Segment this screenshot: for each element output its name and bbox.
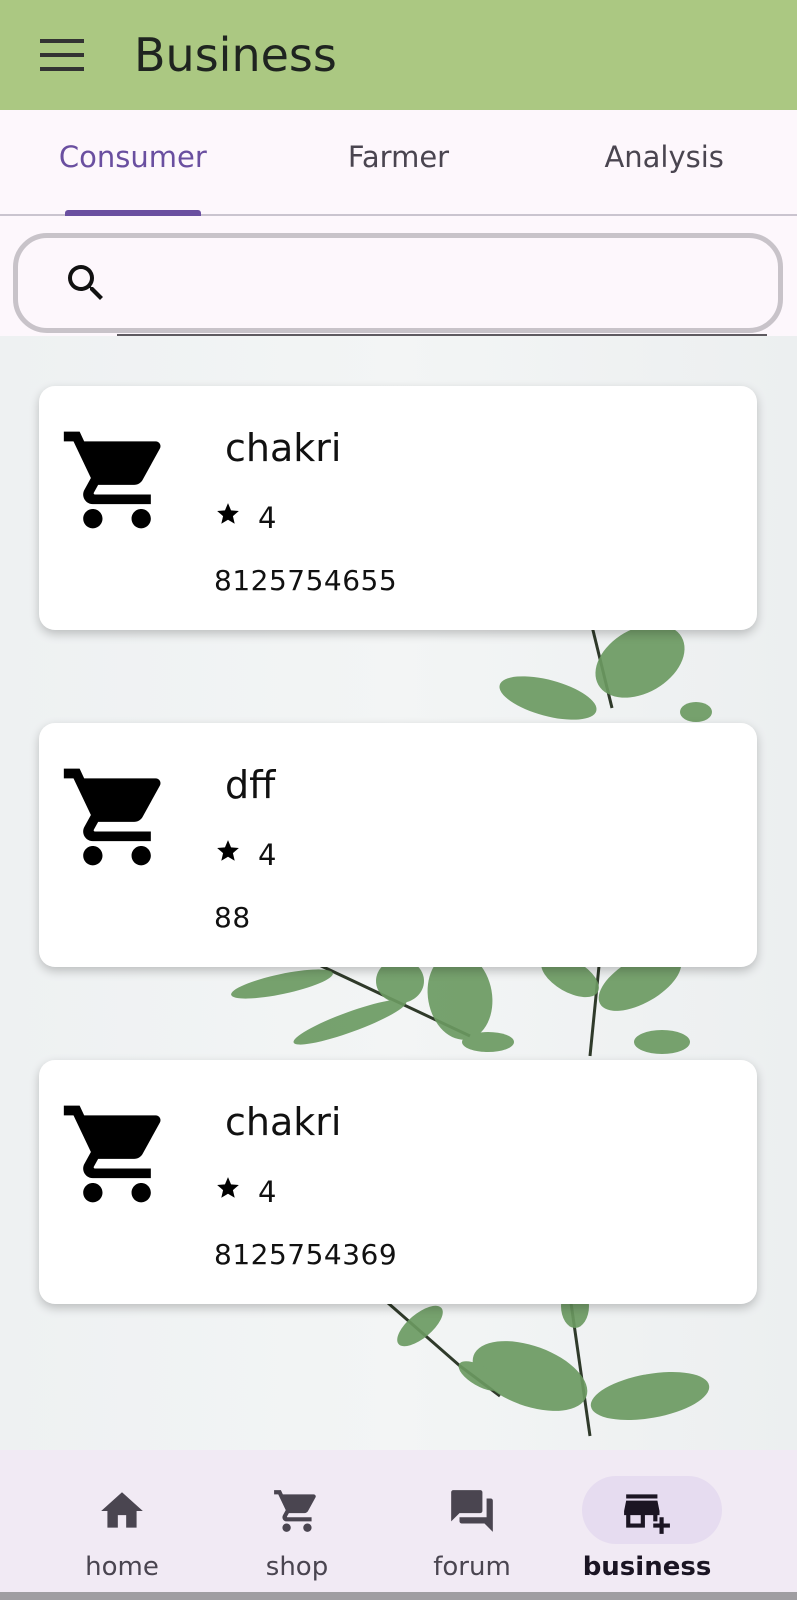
cart-icon [63,1105,161,1203]
nav-item-home[interactable]: home [37,1450,207,1600]
star-icon [217,840,239,861]
app-bar: Business [0,0,797,110]
tab-farmer-label: Farmer [347,140,450,174]
cart-icon [274,1490,316,1532]
business-rating: 4 [258,838,277,872]
star-icon [217,503,239,524]
home-icon [101,1492,143,1528]
menu-button[interactable] [32,25,92,85]
nav-label-forum: forum [433,1552,511,1582]
nav-label-shop: shop [265,1552,329,1582]
search-input[interactable] [130,253,778,313]
forum-icon [451,1490,493,1532]
add-business-icon [624,1494,670,1534]
search-area [0,216,797,336]
menu-icon [40,39,84,71]
business-card[interactable]: chakri 4 8125754369 [39,1060,757,1304]
search-box[interactable] [13,233,783,333]
tab-analysis[interactable]: Analysis [531,110,797,214]
nav-label-home: home [85,1552,159,1582]
business-phone: 88 [214,901,251,934]
cart-icon [63,768,161,866]
bottom-navigation: home shop forum business [0,1450,797,1600]
nav-item-business[interactable]: business [562,1450,732,1600]
business-phone: 8125754655 [214,564,398,597]
tab-bar: Consumer Farmer Analysis [0,110,797,216]
nav-label-business: business [582,1552,712,1582]
tab-analysis-label: Analysis [604,140,724,174]
nav-item-forum[interactable]: forum [387,1450,557,1600]
search-icon [68,265,103,300]
business-rating: 4 [258,501,277,535]
page-title: Business [134,28,337,82]
tab-consumer-label: Consumer [58,140,207,174]
business-rating: 4 [258,1175,277,1209]
cart-icon [63,431,161,529]
business-name: dff [225,763,276,807]
business-name: chakri [225,426,342,470]
business-card[interactable]: dff 4 88 [39,723,757,967]
star-icon [217,1177,239,1198]
business-list[interactable]: chakri 4 8125754655 dff 4 88 chakri 4 81… [0,336,797,1450]
tab-farmer[interactable]: Farmer [266,110,532,214]
nav-item-shop[interactable]: shop [212,1450,382,1600]
business-name: chakri [225,1100,342,1144]
business-phone: 8125754369 [214,1238,398,1271]
tab-consumer[interactable]: Consumer [0,110,266,216]
business-card[interactable]: chakri 4 8125754655 [39,386,757,630]
